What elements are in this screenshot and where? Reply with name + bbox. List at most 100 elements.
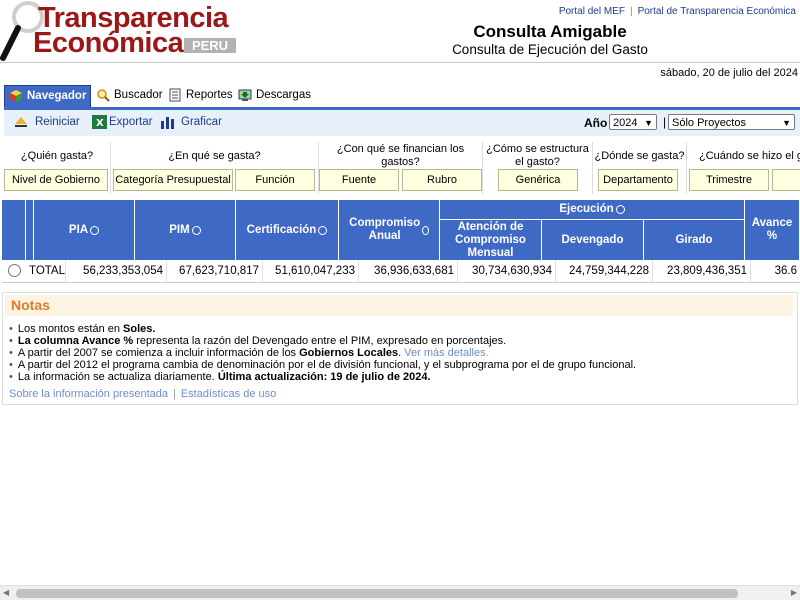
header-certificacion-label: Certificación xyxy=(246,223,317,236)
cell-pim: 67,623,710,817 xyxy=(167,260,263,282)
question-text: ¿En qué se gasta? xyxy=(168,150,261,162)
estadisticas-link[interactable]: Estadísticas de uso xyxy=(181,388,276,400)
question-como: ¿Cómo se estructura el gasto? Genérica xyxy=(482,142,592,194)
graficar-label: Graficar xyxy=(181,116,222,129)
notes-links: Sobre la información presentada | Estadíst… xyxy=(9,388,276,400)
question-text: ¿Con qué se financian los gastos? xyxy=(336,143,465,168)
top-links: Portal del MEF | Portal de Transparencia E… xyxy=(559,6,796,17)
toolbar: Reiniciar X Exportar Graficar Año 2024 ▼ |… xyxy=(4,110,800,136)
info-pin-icon xyxy=(90,225,100,235)
graficar-button[interactable]: Graficar xyxy=(160,115,222,129)
sobre-info-link[interactable]: Sobre la información presentada xyxy=(9,388,168,400)
header-ejecucion-label: Ejecución xyxy=(559,203,614,215)
header-certificacion[interactable]: Certificación xyxy=(236,200,339,260)
reset-arrow-icon xyxy=(15,117,27,127)
reiniciar-button[interactable]: Reiniciar xyxy=(14,115,80,129)
transparencia-logo[interactable]: Transparencia Económica PERU xyxy=(0,0,245,62)
header-pia-label: PIA xyxy=(68,223,89,236)
link-separator: | xyxy=(172,388,176,400)
header-atencion[interactable]: Atención de Compromiso Mensual xyxy=(440,220,542,260)
note-item: La columna Avance % representa la razón … xyxy=(9,335,636,347)
bar-chart-icon xyxy=(161,117,174,129)
header-compromiso[interactable]: Compromiso Anual xyxy=(339,200,440,260)
categoria-presupuestal-button[interactable]: Categoría Presupuestal xyxy=(113,169,233,191)
funcion-button[interactable]: Función xyxy=(235,169,315,191)
fuente-button[interactable]: Fuente xyxy=(319,169,399,191)
chevron-down-icon: ▼ xyxy=(644,118,653,128)
question-que: ¿En qué se gasta? Categoría Presupuestal… xyxy=(110,142,318,194)
scroll-right-icon[interactable]: ▶ xyxy=(791,588,797,597)
excel-icon: X xyxy=(92,115,107,129)
tab-navegador[interactable]: Navegador xyxy=(4,85,92,108)
scrollbar-thumb[interactable] xyxy=(16,589,738,598)
rubro-button[interactable]: Rubro xyxy=(402,169,482,191)
toolbar-separator: | xyxy=(663,115,667,129)
download-icon xyxy=(238,89,252,101)
tab-label: Descargas xyxy=(256,89,311,101)
page-title: Consulta Amigable xyxy=(473,22,627,41)
page-header: Transparencia Económica PERU Portal del … xyxy=(0,0,800,62)
tab-label: Navegador xyxy=(27,90,87,102)
mes-button[interactable] xyxy=(772,169,800,191)
note-text: La información se actualiza diariamente. xyxy=(17,371,218,383)
header-girado[interactable]: Girado xyxy=(644,220,745,260)
info-pin-icon xyxy=(615,205,625,214)
horizontal-scrollbar[interactable]: ◀ ▶ xyxy=(0,585,800,600)
note-text: A partir del 2012 el programa cambia de … xyxy=(17,359,637,371)
tab-label: Reportes xyxy=(186,89,233,101)
nivel-gobierno-button[interactable]: Nivel de Gobierno xyxy=(4,169,108,191)
header-blank xyxy=(2,200,26,260)
note-bold: Soles. xyxy=(123,323,156,335)
link-portal-transparencia[interactable]: Portal de Transparencia Económica xyxy=(638,6,796,17)
question-con-que: ¿Con qué se financian los gastos? Fuente… xyxy=(318,142,482,194)
logo-badge: PERU xyxy=(184,38,236,53)
info-pin-icon xyxy=(191,225,201,235)
header-pia[interactable]: PIA xyxy=(34,200,135,260)
note-bold: La columna Avance % xyxy=(17,335,134,347)
ano-label: Año xyxy=(584,116,608,130)
departamento-button[interactable]: Departamento xyxy=(598,169,678,191)
exportar-button[interactable]: X Exportar xyxy=(92,115,152,129)
note-bold: Última actualización: 19 de julio de 202… xyxy=(217,371,431,383)
header-pim[interactable]: PIM xyxy=(135,200,236,260)
tab-buscador[interactable]: Buscador xyxy=(92,85,167,107)
magnifier-icon xyxy=(97,89,110,102)
note-text: A partir del 2007 se comienza a incluir … xyxy=(17,347,300,359)
note-item: La información se actualiza diariamente.… xyxy=(9,371,636,383)
question-row: ¿Quién gasta? Nivel de Gobierno ¿En qué … xyxy=(4,142,800,194)
page-subtitle: Consulta de Ejecución del Gasto xyxy=(452,42,648,57)
row-label: TOTAL xyxy=(26,260,66,282)
cell-certificacion: 51,610,047,233 xyxy=(263,260,359,282)
tab-reportes[interactable]: Reportes xyxy=(164,85,237,107)
question-text: ¿Quién gasta? xyxy=(20,150,94,162)
tab-label: Buscador xyxy=(114,89,163,101)
link-separator: | xyxy=(629,6,633,17)
ver-mas-link[interactable]: Ver más detalles. xyxy=(404,347,488,359)
tab-descargas[interactable]: Descargas xyxy=(234,85,315,107)
question-donde: ¿Dónde se gasta? Departamento xyxy=(592,142,686,194)
header-pim-label: PIM xyxy=(169,223,190,236)
notes-title: Notas xyxy=(5,295,793,316)
question-text: ¿Cuándo se hizo el gasto? xyxy=(699,150,800,162)
header-devengado[interactable]: Devengado xyxy=(542,220,644,260)
row-radio[interactable] xyxy=(8,264,21,277)
note-bold: Gobiernos Locales xyxy=(299,347,399,359)
scroll-left-icon[interactable]: ◀ xyxy=(3,588,9,597)
header-avance[interactable]: Avance % xyxy=(745,200,800,260)
notes-panel: Notas Los montos están en Soles. La colu… xyxy=(2,292,798,405)
generica-button[interactable]: Genérica xyxy=(498,169,578,191)
info-pin-icon xyxy=(318,225,328,235)
header-compromiso-label: Compromiso Anual xyxy=(349,217,421,242)
link-portal-mef[interactable]: Portal del MEF xyxy=(559,6,625,17)
filter-select[interactable]: Sólo Proyectos ▼ xyxy=(668,114,795,130)
ano-select-value: 2024 xyxy=(613,117,638,129)
question-text: ¿Cómo se estructura el gasto? xyxy=(486,143,589,168)
trimestre-button[interactable]: Trimestre xyxy=(689,169,769,191)
ano-select[interactable]: 2024 ▼ xyxy=(609,114,657,130)
note-item: Los montos están en Soles. xyxy=(9,323,636,335)
header-ejecucion[interactable]: Ejecución xyxy=(440,200,745,220)
note-text: Los montos están en xyxy=(17,323,124,335)
cell-compromiso: 36,936,633,681 xyxy=(359,260,458,282)
question-cuando: ¿Cuándo se hizo el gasto? Trimestre xyxy=(686,142,800,194)
note-item: A partir del 2012 el programa cambia de … xyxy=(9,359,636,371)
